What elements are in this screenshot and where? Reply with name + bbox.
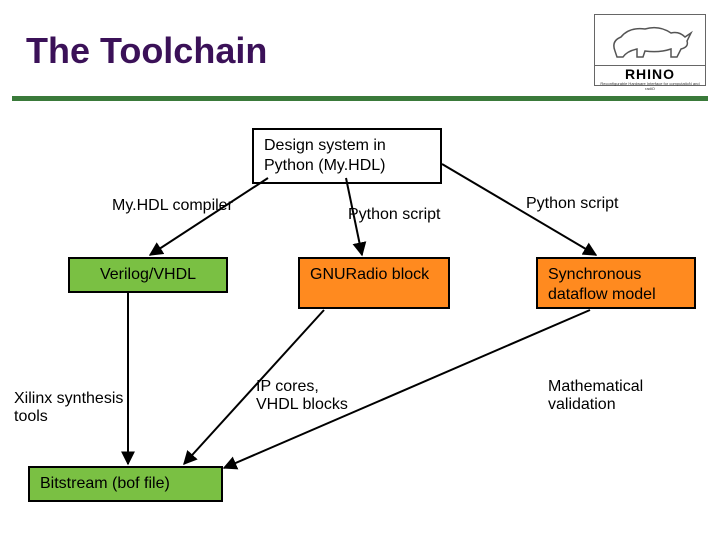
- node-bitstream: Bitstream (bof file): [28, 466, 223, 502]
- slide: The Toolchain RHINO Reconfigurable Hardw…: [0, 0, 720, 540]
- node-gnuradio-block: GNURadio block: [298, 257, 450, 309]
- slide-title: The Toolchain: [26, 30, 267, 72]
- rhino-icon: [595, 17, 705, 66]
- edge-label-python-script-mid: Python script: [348, 206, 440, 224]
- edge-label-math-validation: Mathematical validation: [548, 378, 688, 414]
- title-underline: [12, 96, 708, 101]
- rhino-logo: RHINO Reconfigurable Hardware Interface …: [594, 14, 706, 86]
- edge-label-xilinx-tools: Xilinx synthesis tools: [14, 390, 134, 426]
- node-verilog-vhdl: Verilog/VHDL: [68, 257, 228, 293]
- edge-label-python-script-right: Python script: [526, 195, 618, 213]
- edge-label-myhdl-compiler: My.HDL compiler: [112, 197, 233, 215]
- edge-label-ip-cores: IP cores, VHDL blocks: [256, 378, 348, 414]
- node-sdf-model: Synchronous dataflow model: [536, 257, 696, 309]
- rhino-tagline: Reconfigurable Hardware Interface for co…: [595, 81, 705, 91]
- node-design-system: Design system in Python (My.HDL): [252, 128, 442, 184]
- rhino-wordmark: RHINO: [595, 66, 705, 81]
